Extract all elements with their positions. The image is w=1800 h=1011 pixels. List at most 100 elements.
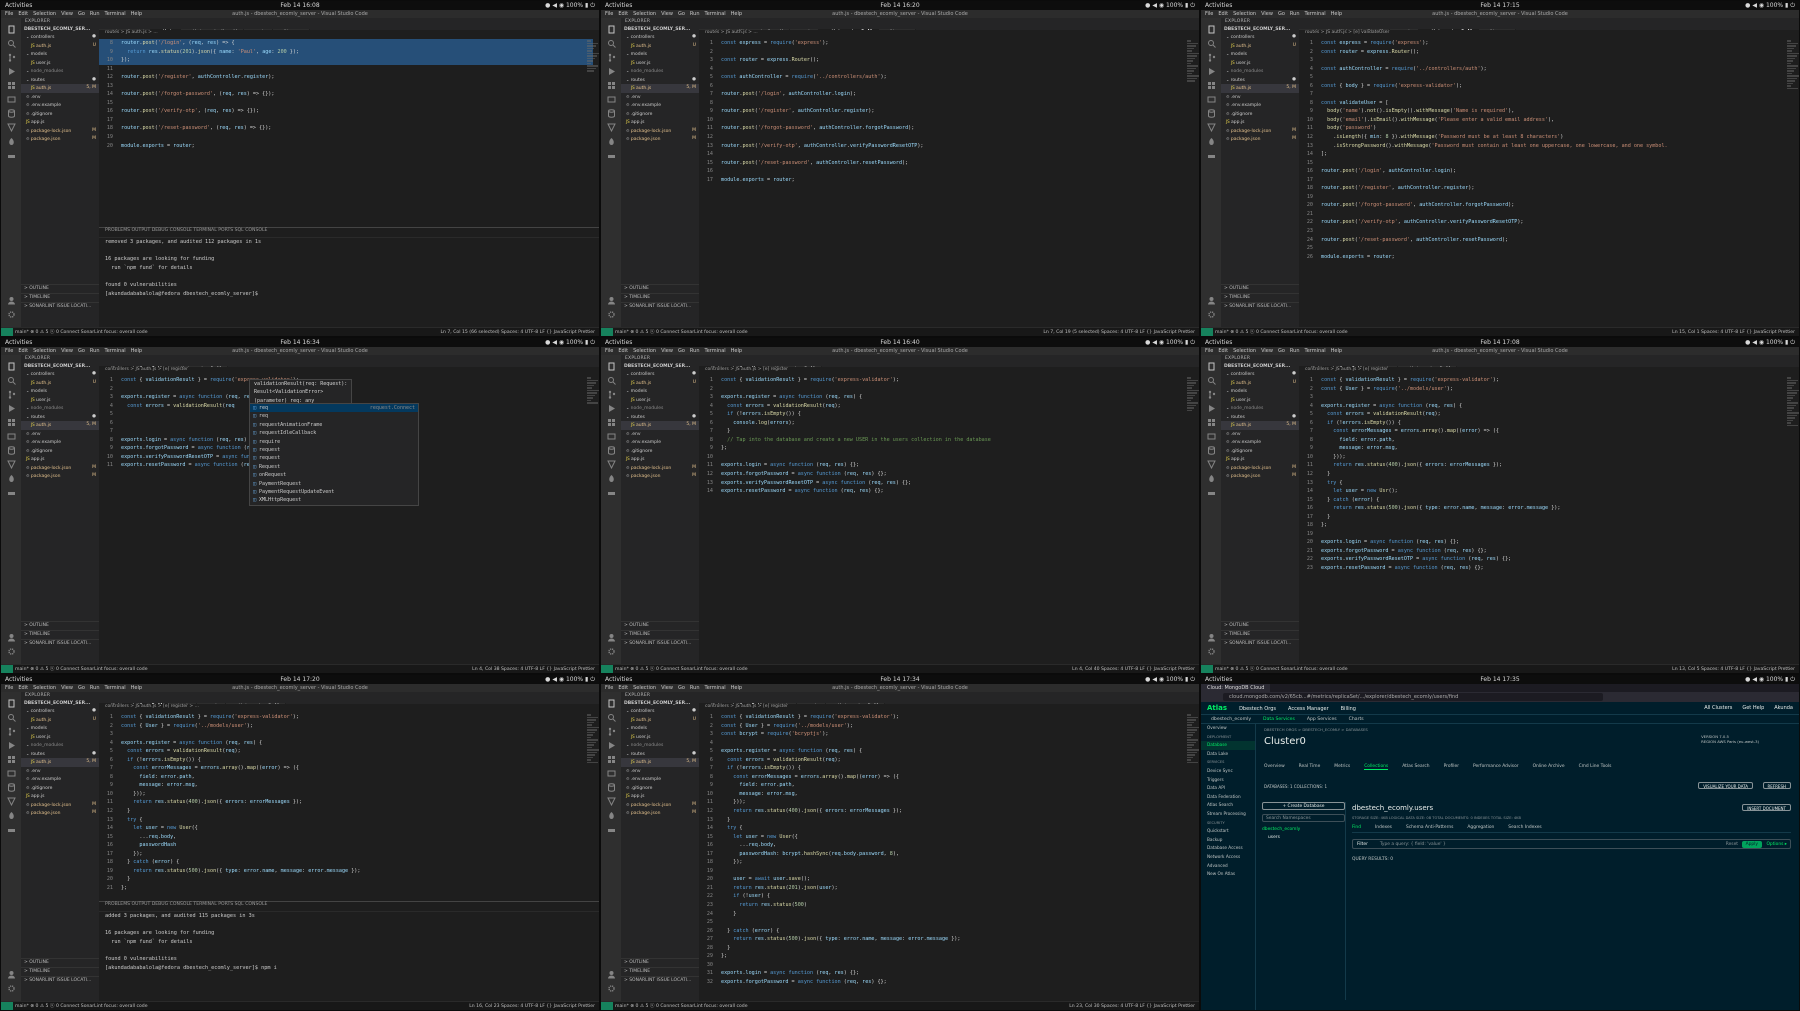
status-right[interactable]: Ln 16, Col 23 Spaces: 4 UTF-8 LF {} Java… [469,1002,595,1010]
menu-item-run[interactable]: Run [1290,348,1300,354]
file-tree-item[interactable]: JS user.js [1221,59,1299,68]
gear-icon[interactable] [1206,309,1216,319]
top-nav-item[interactable]: Access Manager [1288,706,1329,712]
file-tree-item[interactable]: JS auth.js 5, M [1221,421,1299,430]
accounts-icon[interactable] [606,632,616,642]
menu-item-selection[interactable]: Selection [33,11,56,17]
file-tree-item[interactable]: ⌄ routes ● [621,750,699,759]
autocomplete-suggestions[interactable]: ◫ req request.Connect ◫ req ◫ requestAnimation… [249,403,419,506]
file-tree-item[interactable]: ⌄ controllers ● [1221,370,1299,379]
top-nav-right-item[interactable]: Get Help [1742,705,1764,711]
minimap[interactable] [585,713,599,773]
remote-indicator[interactable] [1201,665,1213,673]
file-tree-item[interactable]: JS auth.js U [1221,42,1299,51]
file-tree-item[interactable]: ⚙ .gitignore [21,110,99,119]
file-tree-item[interactable]: ⚙ .gitignore [621,447,699,456]
file-tree-item[interactable]: ⌄ controllers ● [621,370,699,379]
file-tree-item[interactable]: JS auth.js U [21,42,99,51]
suggestion-item[interactable]: ◫ request [250,454,418,462]
file-tree-item[interactable]: ⚙ .env.example [621,438,699,447]
left-nav-item[interactable]: Advanced [1201,862,1255,871]
search-icon[interactable] [1206,375,1216,385]
accounts-icon[interactable] [606,969,616,979]
menu-item-help[interactable]: Help [131,685,142,691]
accounts-icon[interactable] [6,295,16,305]
testing-icon[interactable] [1206,122,1216,132]
file-tree-item[interactable]: ⚙ .gitignore [1221,447,1299,456]
minimap[interactable] [1185,713,1199,773]
file-tree-item[interactable]: ⚙ .env [621,767,699,776]
menu-item-file[interactable]: File [605,685,613,691]
outline-section[interactable]: > OUTLINE [21,284,99,292]
timeline-section[interactable]: > TIMELINE [621,293,699,301]
database-icon[interactable] [6,445,16,455]
files-icon[interactable] [6,24,16,34]
menu-item-file[interactable]: File [605,348,613,354]
search-icon[interactable] [606,712,616,722]
remote-explorer-icon[interactable] [6,768,16,778]
leaf-icon[interactable] [6,473,16,483]
panel-tabs[interactable]: PROBLEMS OUTPUT DEBUG CONSOLE TERMINAL P… [99,228,599,238]
code-editor[interactable]: 1 const { validationResult } = require('e… [99,713,593,899]
status-right[interactable]: Ln 13, Col 5 Spaces: 4 UTF-8 LF {} JavaS… [1672,665,1795,673]
visualize-data-button[interactable]: VISUALIZE YOUR DATA [1698,782,1753,789]
sonarlint-section[interactable]: > SONARLINT ISSUE LOCATI... [21,976,99,984]
run-debug-icon[interactable] [6,740,16,750]
menu-item-view[interactable]: View [661,11,673,17]
editor-tab[interactable]: auth.js routes 5, M [825,703,886,704]
file-tree-item[interactable]: ⌄ node_modules [621,741,699,750]
sonarlint-section[interactable]: > SONARLINT ISSUE LOCATI... [1221,302,1299,310]
status-left[interactable]: main* ⊗ 0 ⚠ 5 ⓧ 0 Connect SonarLint focu… [15,328,148,336]
file-tree-item[interactable]: ⌄ models [21,50,99,59]
search-icon[interactable] [6,375,16,385]
remote-explorer-icon[interactable] [606,431,616,441]
file-tree-item[interactable]: ⚙ .env [1221,430,1299,439]
file-tree-item[interactable]: JS auth.js U [1221,379,1299,388]
breadcrumb[interactable]: routes > JS auth.js > [e] validateUser [1305,30,1389,38]
file-tree-item[interactable]: ⚙ .env [21,93,99,102]
file-tree-item[interactable]: ⌄ controllers ● [21,707,99,716]
project-root[interactable]: DBESTECH_ECOMLY_SER... [1221,363,1299,370]
file-tree-item[interactable]: ⚙ .env [21,430,99,439]
file-tree-item[interactable]: JS auth.js 5, M [621,758,699,767]
files-icon[interactable] [6,698,16,708]
menu-item-help[interactable]: Help [1331,348,1342,354]
database-icon[interactable] [1206,445,1216,455]
docker-icon[interactable] [606,487,616,497]
leaf-icon[interactable] [606,473,616,483]
testing-icon[interactable] [6,122,16,132]
file-tree-item[interactable]: ⌄ models [1221,387,1299,396]
left-nav-item[interactable]: Triggers [1201,776,1255,785]
extensions-icon[interactable] [606,80,616,90]
menu-item-run[interactable]: Run [690,685,700,691]
file-tree-item[interactable]: ⌄ controllers ● [21,33,99,42]
system-tray[interactable]: ● ◀ ◉ 100% ▮ ⏻ [1745,675,1795,684]
breadcrumb[interactable]: controllers > JS auth.js > [e] register [705,704,788,712]
file-tree-item[interactable]: ⚙ .gitignore [21,784,99,793]
file-tree-item[interactable]: ⌄ routes ● [21,76,99,85]
menu-item-view[interactable]: View [1261,11,1273,17]
system-tray[interactable]: ● ◀ ◉ 100% ▮ ⏻ [545,338,595,347]
system-tray[interactable]: ● ◀ ◉ 100% ▮ ⏻ [1145,1,1195,10]
outline-section[interactable]: > OUTLINE [621,621,699,629]
file-tree-item[interactable]: ⚙ package.json M [1221,472,1299,481]
file-tree-item[interactable]: ⚙ .env.example [21,101,99,110]
leaf-icon[interactable] [1206,136,1216,146]
project-root[interactable]: DBESTECH_ECOMLY_SER... [621,26,699,33]
file-tree-item[interactable]: JS app.js [21,118,99,127]
editor-tab[interactable]: auth.js routes 5, M [1419,29,1479,30]
menu-item-selection[interactable]: Selection [33,685,56,691]
menu-item-edit[interactable]: Edit [618,348,628,354]
file-tree-item[interactable]: ⌄ routes ● [21,413,99,422]
editor-tab[interactable]: .gitignore [878,29,916,30]
file-tree-item[interactable]: ⌄ node_modules [21,741,99,750]
breadcrumb[interactable]: controllers > JS auth.js > [e] register [705,367,788,375]
file-tree-item[interactable]: JS auth.js 5, M [621,421,699,430]
left-nav-item[interactable]: Device Sync [1201,767,1255,776]
file-tree-item[interactable]: ⌄ routes ● [621,413,699,422]
breadcrumb[interactable]: routes > JS auth.js > ... [105,30,158,38]
file-tree-item[interactable]: ⚙ package-lock.json M [1221,464,1299,473]
extensions-icon[interactable] [1206,80,1216,90]
menu-item-file[interactable]: File [605,11,613,17]
sonarlint-section[interactable]: > SONARLINT ISSUE LOCATI... [621,976,699,984]
